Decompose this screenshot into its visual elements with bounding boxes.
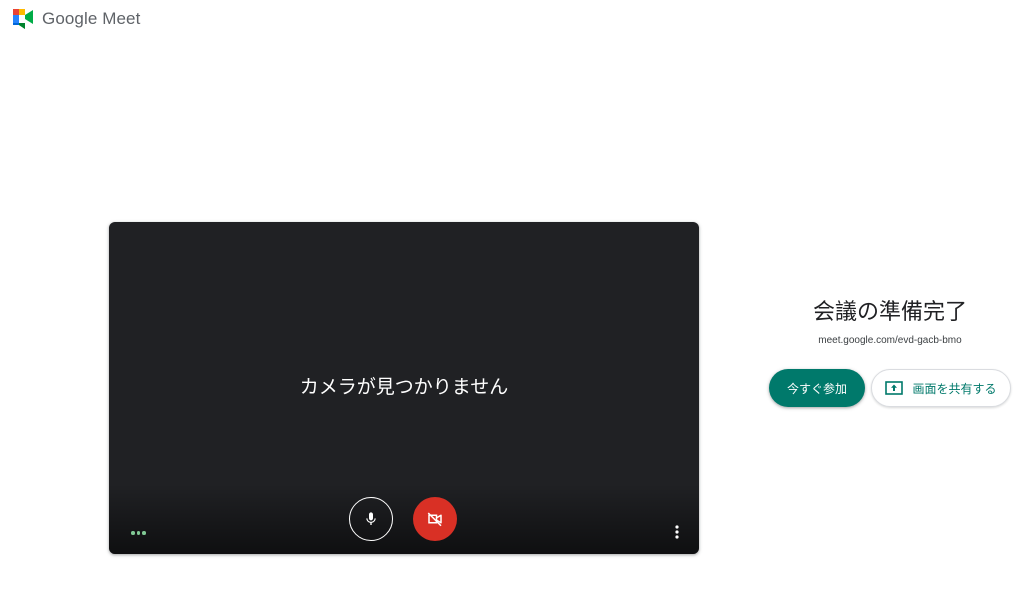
audio-level-dots-icon xyxy=(131,531,146,535)
microphone-icon xyxy=(366,512,376,525)
brand-name: Google Meet xyxy=(42,9,141,28)
preview-bottom-gradient xyxy=(109,484,699,554)
more-options-button[interactable] xyxy=(667,522,687,542)
video-preview: カメラが見つかりません xyxy=(109,222,699,554)
camera-toggle-button[interactable] xyxy=(413,497,457,541)
present-to-all-icon xyxy=(885,381,904,395)
audio-dot xyxy=(136,531,140,535)
audio-dot xyxy=(142,531,146,535)
join-now-button[interactable]: 今すぐ参加 xyxy=(769,369,865,407)
audio-dot xyxy=(131,531,135,535)
present-screen-button[interactable]: 画面を共有する xyxy=(871,369,1011,407)
camera-off-icon xyxy=(427,512,442,527)
present-screen-label: 画面を共有する xyxy=(912,381,997,396)
ready-to-join-title: 会議の準備完了 xyxy=(812,300,967,325)
join-now-label: 今すぐ参加 xyxy=(786,381,847,396)
meeting-url: meet.google.com/evd-gacb-bmo xyxy=(818,335,962,346)
google-meet-logo[interactable]: Google Meet xyxy=(12,7,140,31)
microphone-toggle-button[interactable] xyxy=(349,497,393,541)
more-vert-icon xyxy=(675,525,679,539)
camera-not-found-message: カメラが見つかりません xyxy=(299,376,509,398)
google-meet-logo-icon xyxy=(13,9,33,29)
top-bar: Google Meet xyxy=(0,0,1024,40)
